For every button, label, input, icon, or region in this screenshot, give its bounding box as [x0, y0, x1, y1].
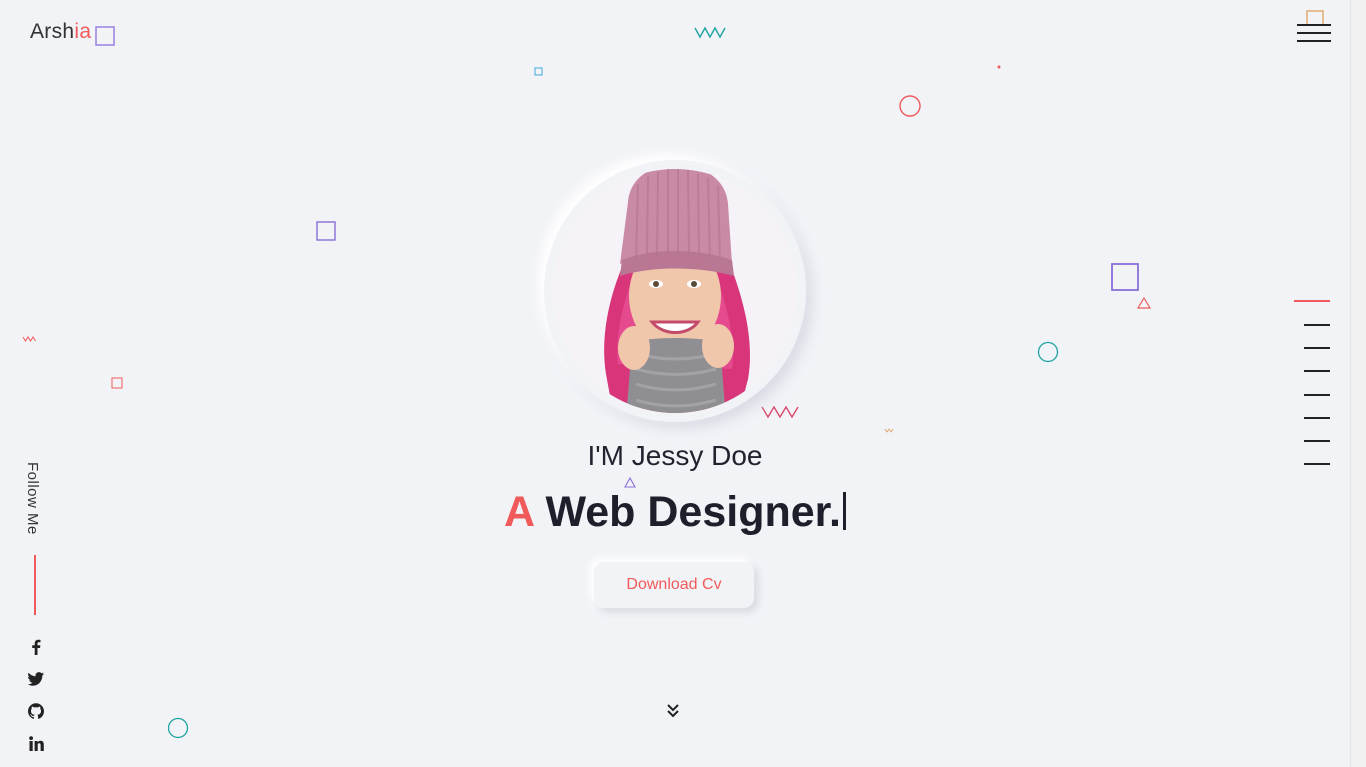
- decor-square-red-left: [111, 377, 123, 389]
- follow-divider: [34, 555, 36, 615]
- decor-square-purple-large: [1111, 263, 1139, 291]
- decor-square-purple-mid: [316, 221, 336, 241]
- scroll-down-chevron-icon[interactable]: [664, 702, 682, 720]
- linkedin-icon[interactable]: [26, 733, 46, 753]
- decor-square-purple: [95, 26, 115, 46]
- twitter-icon[interactable]: [26, 669, 46, 689]
- logo[interactable]: Arshia: [30, 20, 91, 44]
- role-heading: A Web Designer.: [0, 488, 1350, 537]
- typing-cursor: [842, 492, 846, 530]
- profile-photo: [553, 169, 797, 413]
- page-scrollbar[interactable]: [1350, 0, 1366, 767]
- logo-main: Arsh: [30, 20, 75, 43]
- decor-dot-red: [997, 65, 1001, 69]
- greeting-heading: I'M Jessy Doe: [587, 440, 763, 471]
- decor-circle-teal-bottom: [167, 717, 189, 739]
- decor-circle-red: [899, 95, 921, 117]
- decor-zigzag-red-left: [22, 336, 36, 342]
- section-nav-dot-5[interactable]: [1304, 394, 1330, 396]
- facebook-icon[interactable]: [26, 637, 46, 657]
- role-text: Web Designer.: [545, 488, 841, 536]
- hamburger-menu-icon[interactable]: [1297, 24, 1331, 44]
- github-icon[interactable]: [26, 701, 46, 721]
- decor-circle-teal: [1037, 341, 1059, 363]
- section-nav-dot-home[interactable]: [1294, 300, 1330, 302]
- logo-accent: ia: [74, 20, 92, 43]
- role-accent: A: [504, 488, 534, 536]
- section-nav-dot-2[interactable]: [1304, 324, 1330, 326]
- decor-triangle-red: [1136, 296, 1152, 309]
- decor-zigzag-teal: [694, 26, 726, 39]
- decor-square-small-blue: [534, 67, 543, 76]
- download-cv-button[interactable]: Download Cv: [594, 562, 754, 608]
- section-nav-dot-4[interactable]: [1304, 370, 1330, 372]
- section-nav-dot-3[interactable]: [1304, 347, 1330, 349]
- section-nav-dot-6[interactable]: [1304, 417, 1330, 419]
- profile-avatar: [544, 160, 806, 422]
- follow-me-label: Follow Me: [24, 462, 41, 535]
- decor-zigzag-orange: [884, 428, 894, 433]
